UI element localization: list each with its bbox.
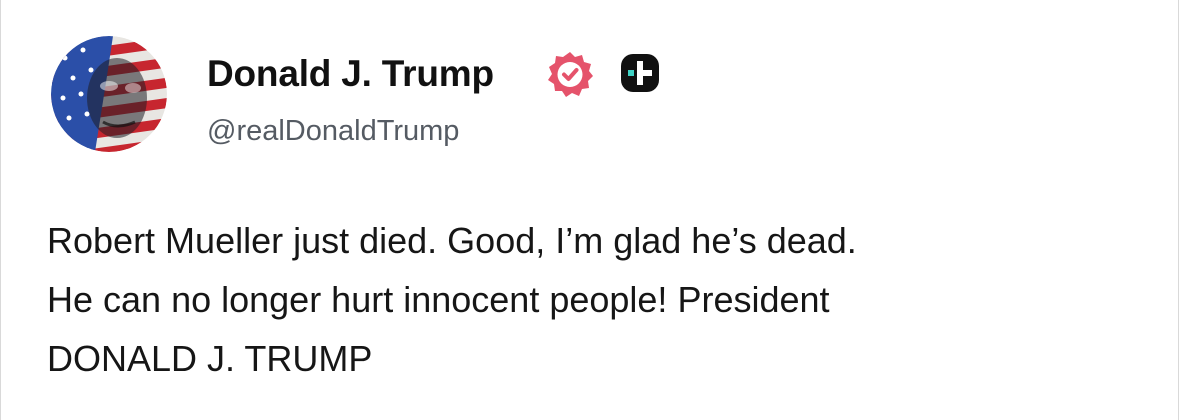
post-text-line: He can no longer hurt innocent people! P… — [47, 279, 830, 320]
post-card: Donald J. Trump @realDonaldTrump Robert … — [0, 0, 1179, 420]
author-avatar[interactable] — [51, 36, 167, 152]
flag-portrait-avatar-image — [51, 36, 167, 152]
post-text-line: DONALD J. TRUMP — [47, 338, 373, 379]
author-display-name[interactable]: Donald J. Trump — [207, 52, 494, 96]
author-handle[interactable]: @realDonaldTrump — [207, 113, 459, 149]
verified-badge-icon — [548, 52, 593, 97]
post-text-line: Robert Mueller just died. Good, I’m glad… — [47, 220, 857, 261]
truth-social-icon — [621, 54, 659, 92]
post-body: Robert Mueller just died. Good, I’m glad… — [47, 211, 1147, 388]
